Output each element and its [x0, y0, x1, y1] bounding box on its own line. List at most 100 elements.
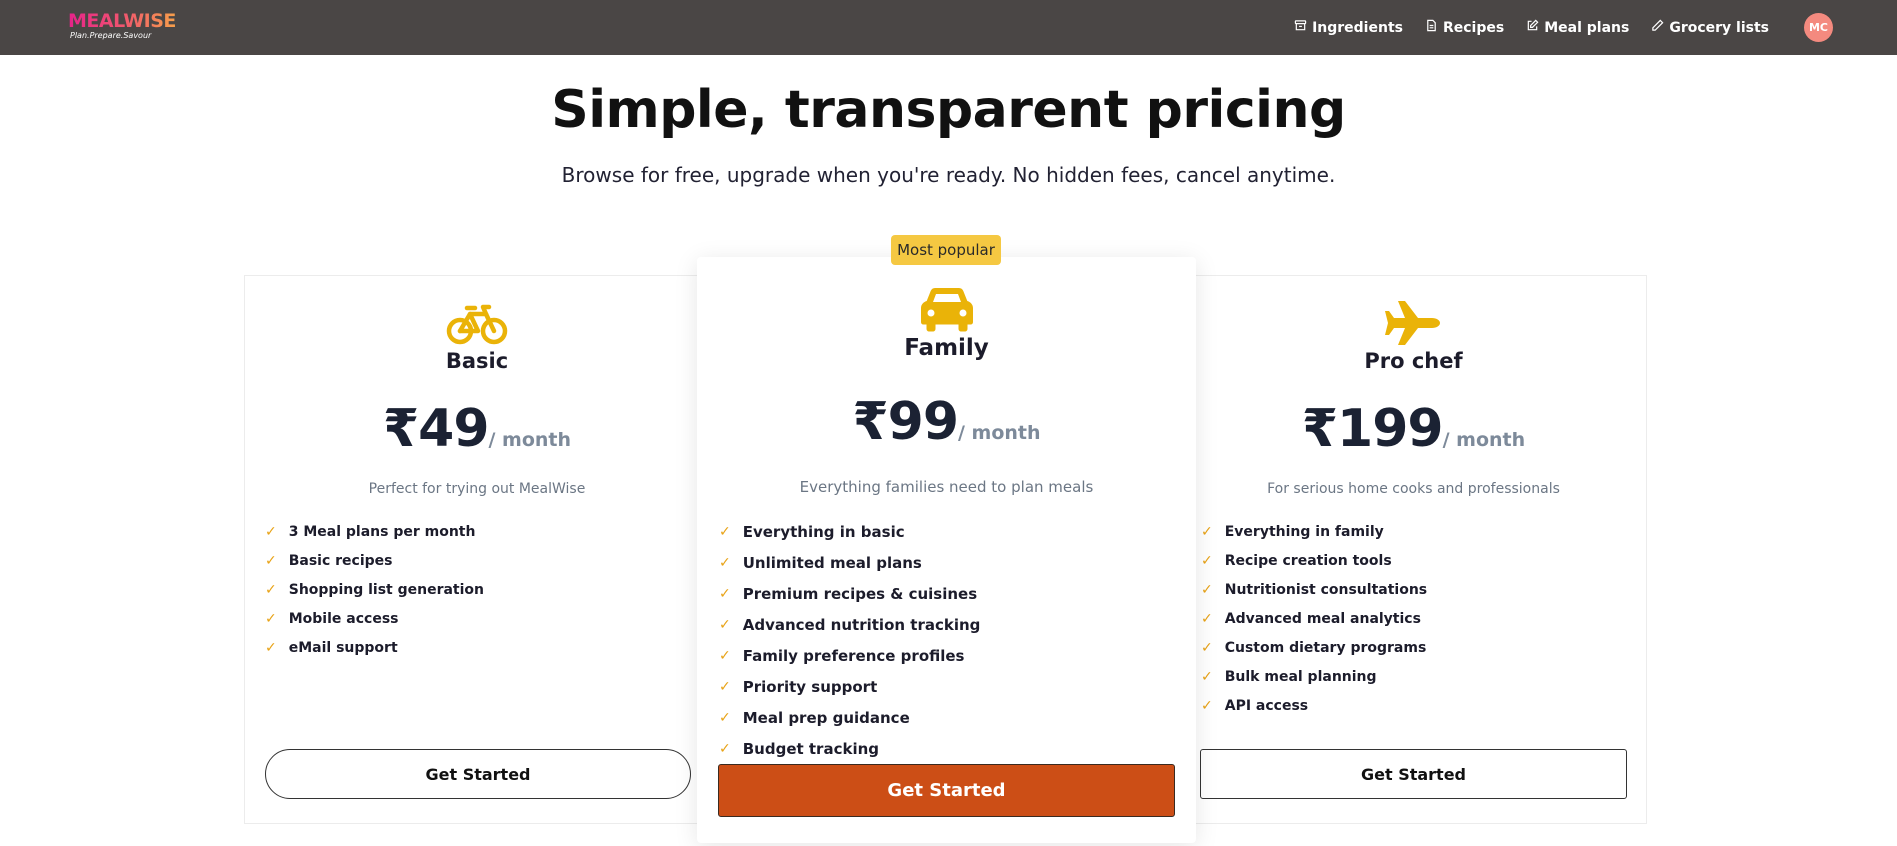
feature-item: ✓ Advanced meal analytics — [1201, 604, 1427, 633]
nav-ingredients-label: Ingredients — [1312, 19, 1403, 36]
nav-grocery-lists-label: Grocery lists — [1669, 19, 1769, 36]
feature-label: Bulk meal planning — [1224, 668, 1377, 685]
feature-label: API access — [1224, 697, 1309, 714]
most-popular-badge: Most popular — [891, 235, 1001, 265]
check-icon: ✓ — [719, 740, 731, 757]
plan-price-basic: ₹49/ month — [244, 399, 710, 459]
feature-item: ✓ Nutritionist consultations — [1201, 575, 1427, 604]
feature-item: ✓ Advanced nutrition tracking — [719, 609, 980, 640]
feature-item: ✓ Unlimited meal plans — [719, 547, 980, 578]
feature-label: Unlimited meal plans — [742, 553, 922, 572]
check-icon: ✓ — [719, 647, 731, 664]
nav-recipes[interactable]: Recipes — [1425, 19, 1504, 36]
check-icon: ✓ — [265, 639, 277, 656]
feature-label: Custom dietary programs — [1224, 639, 1427, 656]
plan-tagline-pro: For serious home cooks and professionals — [1267, 481, 1560, 497]
feature-label: Premium recipes & cuisines — [742, 584, 978, 603]
plan-price-family: ₹99/ month — [697, 392, 1196, 452]
feature-label: Recipe creation tools — [1224, 552, 1392, 569]
price-amount: ₹199 — [1301, 399, 1444, 459]
check-icon: ✓ — [719, 678, 731, 695]
check-icon: ✓ — [1201, 523, 1213, 540]
check-icon: ✓ — [1201, 610, 1213, 627]
price-period: / month — [958, 422, 1041, 444]
check-icon: ✓ — [719, 616, 731, 633]
feature-item: ✓ Everything in basic — [719, 516, 980, 547]
check-icon: ✓ — [719, 523, 731, 540]
feature-item: ✓ Mobile access — [265, 604, 484, 633]
plan-price-pro: ₹199/ month — [1180, 399, 1647, 459]
get-started-pro-button[interactable]: Get Started — [1200, 749, 1627, 799]
check-icon: ✓ — [1201, 552, 1213, 569]
feature-item: ✓ Bulk meal planning — [1201, 662, 1427, 691]
feature-label: Priority support — [742, 677, 878, 696]
brand-logo[interactable]: MEALWISE Plan.Prepare.Savour — [68, 10, 176, 41]
nav-ingredients[interactable]: Ingredients — [1294, 19, 1403, 36]
get-started-family-button[interactable]: Get Started — [718, 764, 1175, 817]
check-icon: ✓ — [1201, 639, 1213, 656]
page-title: Simple, transparent pricing — [551, 80, 1346, 140]
nav-meal-plans[interactable]: Meal plans — [1526, 19, 1629, 36]
feature-item: ✓ 3 Meal plans per month — [265, 517, 484, 546]
feature-label: Everything in basic — [742, 522, 905, 541]
bicycle-icon — [244, 300, 710, 346]
nav-meal-plans-label: Meal plans — [1544, 19, 1630, 36]
feature-label: Advanced nutrition tracking — [742, 615, 981, 634]
feature-label: Everything in family — [1224, 523, 1384, 540]
price-period: / month — [1442, 429, 1526, 451]
check-icon: ✓ — [719, 554, 731, 571]
feature-item: ✓ Shopping list generation — [265, 575, 484, 604]
check-icon: ✓ — [265, 523, 277, 540]
feature-item: ✓ Budget tracking — [719, 733, 980, 764]
airplane-icon — [1180, 299, 1647, 347]
feature-label: Budget tracking — [742, 739, 880, 758]
check-icon: ✓ — [265, 610, 277, 627]
feature-item: ✓ Basic recipes — [265, 546, 484, 575]
check-icon: ✓ — [265, 552, 277, 569]
nav-links: Ingredients Recipes Meal plans Grocery l… — [1294, 0, 1769, 55]
user-avatar[interactable]: MC — [1804, 13, 1833, 42]
feature-label: Advanced meal analytics — [1224, 610, 1421, 627]
check-icon: ✓ — [1201, 581, 1213, 598]
feature-label: Meal prep guidance — [742, 708, 910, 727]
feature-item: ✓ Custom dietary programs — [1201, 633, 1427, 662]
price-amount: ₹99 — [852, 392, 959, 452]
feature-item: ✓ eMail support — [265, 633, 484, 662]
feature-item: ✓ Everything in family — [1201, 517, 1427, 546]
feature-label: Basic recipes — [288, 552, 393, 569]
logo-wordmark: MEALWISE — [68, 10, 176, 32]
logo-tagline: Plan.Prepare.Savour — [70, 31, 152, 40]
check-icon: ✓ — [1201, 668, 1213, 685]
plan-name-basic: Basic — [445, 349, 509, 373]
plan-name-pro: Pro chef — [1364, 349, 1463, 373]
basket-icon — [1294, 19, 1307, 36]
feature-label: Nutritionist consultations — [1224, 581, 1428, 598]
feature-label: Shopping list generation — [288, 581, 485, 598]
feature-item: ✓ API access — [1201, 691, 1427, 720]
feature-list-family: ✓ Everything in basic ✓ Unlimited meal plan… — [719, 516, 980, 764]
plan-tagline-family: Everything families need to plan meals — [799, 478, 1094, 496]
feature-label: Family preference profiles — [742, 646, 965, 665]
plan-name-family: Family — [904, 335, 989, 361]
feature-label: Mobile access — [288, 610, 399, 627]
price-amount: ₹49 — [382, 399, 490, 459]
price-period: / month — [488, 429, 572, 451]
feature-label: eMail support — [288, 639, 398, 656]
feature-item: ✓ Family preference profiles — [719, 640, 980, 671]
nav-grocery-lists[interactable]: Grocery lists — [1651, 19, 1769, 36]
check-icon: ✓ — [719, 709, 731, 726]
document-icon — [1425, 19, 1438, 36]
check-icon: ✓ — [265, 581, 277, 598]
feature-list-basic: ✓ 3 Meal plans per month ✓ Basic recipes ✓ Sh… — [265, 517, 484, 662]
feature-item: ✓ Meal prep guidance — [719, 702, 980, 733]
check-icon: ✓ — [1201, 697, 1213, 714]
feature-item: ✓ Premium recipes & cuisines — [719, 578, 980, 609]
check-icon: ✓ — [719, 585, 731, 602]
top-navbar: MEALWISE Plan.Prepare.Savour Ingredients… — [0, 0, 1897, 55]
page-subtitle: Browse for free, upgrade when you're rea… — [561, 163, 1336, 187]
plan-tagline-basic: Perfect for trying out MealWise — [368, 481, 586, 497]
feature-label: 3 Meal plans per month — [288, 523, 476, 540]
feature-item: ✓ Recipe creation tools — [1201, 546, 1427, 575]
get-started-basic-button[interactable]: Get Started — [265, 749, 691, 799]
edit-icon — [1526, 19, 1539, 36]
